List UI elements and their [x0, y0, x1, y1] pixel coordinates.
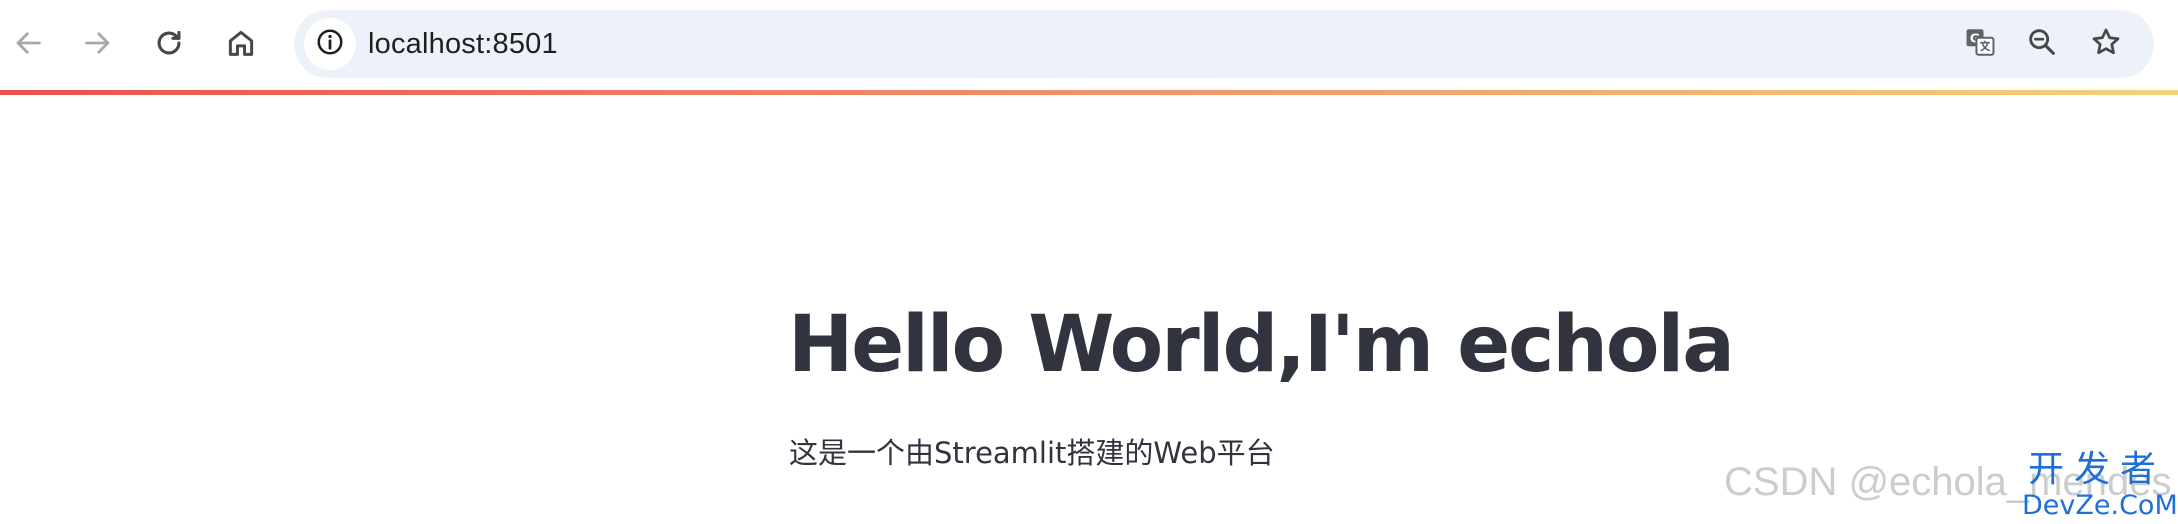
url-text[interactable]: localhost:8501	[368, 10, 558, 78]
page-title: Hello World,I'm echola	[788, 300, 1735, 390]
site-info-button[interactable]	[304, 18, 356, 70]
info-icon	[315, 27, 345, 62]
devze-watermark-top: 开发者	[2027, 449, 2166, 490]
translate-icon: G	[1963, 25, 1997, 64]
reload-button[interactable]	[141, 17, 197, 73]
forward-button[interactable]	[70, 17, 126, 73]
arrow-right-icon	[81, 26, 115, 65]
home-icon	[224, 26, 258, 65]
home-button[interactable]	[213, 17, 269, 73]
back-button[interactable]	[0, 17, 56, 73]
page-subtitle: 这是一个由Streamlit搭建的Web平台	[789, 436, 1275, 470]
bookmark-button[interactable]	[2085, 23, 2127, 65]
translate-button[interactable]: G	[1959, 23, 2001, 65]
devze-watermark-bottom: DevZe.CoM	[2022, 490, 2178, 521]
zoom-button[interactable]	[2021, 23, 2063, 65]
address-bar[interactable]: localhost:8501 G	[294, 10, 2154, 78]
devze-watermark: 开发者 DevZe.CoM	[2022, 449, 2178, 522]
star-icon	[2089, 25, 2123, 64]
arrow-left-icon	[11, 26, 45, 65]
zoom-out-icon	[2025, 25, 2059, 64]
browser-toolbar: localhost:8501 G	[0, 0, 2178, 90]
reload-icon	[152, 26, 186, 65]
